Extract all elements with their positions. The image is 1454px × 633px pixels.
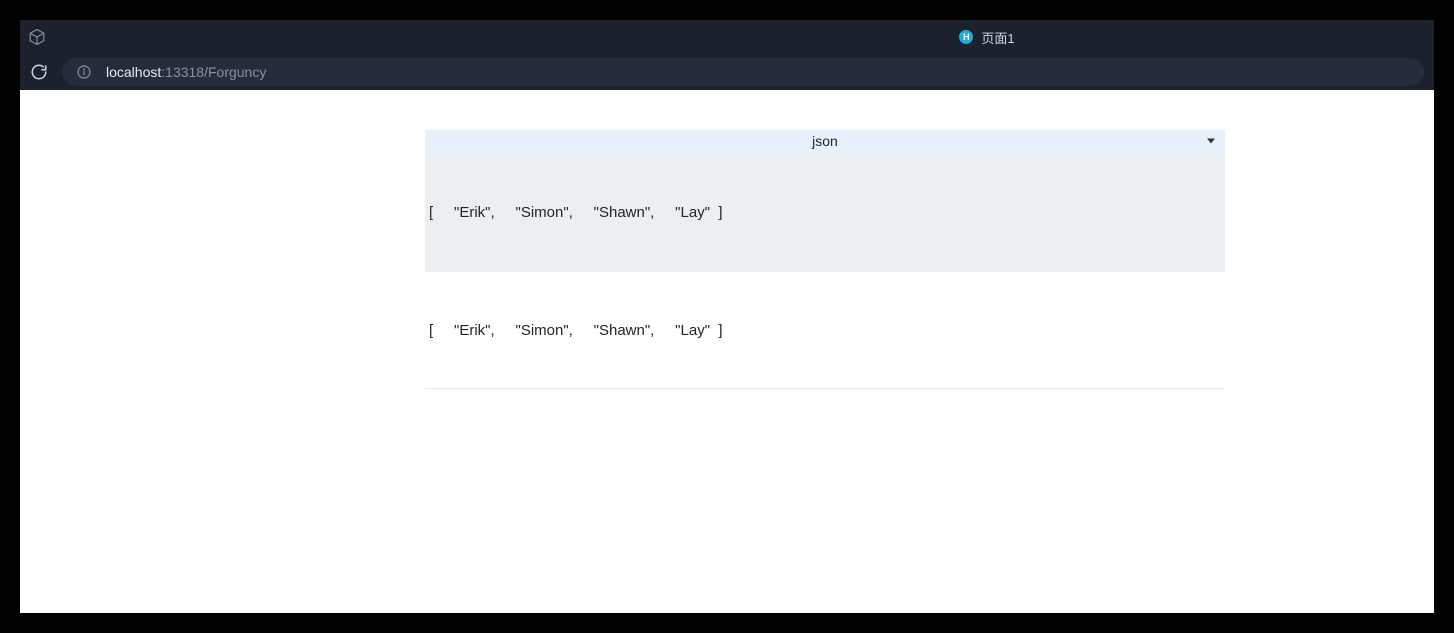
browser-tab[interactable]: H 页面1 <box>959 28 1014 47</box>
browser-tab-bar: H 页面1 <box>20 20 1434 54</box>
browser-nav-bar: localhost:13318/Forguncy <box>20 54 1434 90</box>
reload-icon[interactable] <box>30 63 48 81</box>
json-header-label: json <box>812 133 838 149</box>
plain-text-row: [ "Erik", "Simon", "Shawn", "Lay" ] <box>425 314 1225 346</box>
tab-favicon-icon: H <box>959 30 973 44</box>
plain-array-content: [ "Erik", "Simon", "Shawn", "Lay" ] <box>429 322 723 339</box>
chevron-down-icon <box>1207 139 1215 144</box>
page-viewport: json [ "Erik", "Simon", "Shawn", "Lay" ]… <box>20 90 1434 613</box>
address-bar[interactable]: localhost:13318/Forguncy <box>62 58 1424 86</box>
json-display-box: [ "Erik", "Simon", "Shawn", "Lay" ] <box>425 152 1225 272</box>
info-icon <box>76 64 92 80</box>
tab-title: 页面1 <box>981 28 1014 47</box>
json-dropdown-header[interactable]: json <box>425 130 1225 152</box>
json-array-content: [ "Erik", "Simon", "Shawn", "Lay" ] <box>429 204 723 221</box>
app-cube-icon <box>28 28 46 46</box>
url-text: localhost:13318/Forguncy <box>106 64 266 80</box>
section-divider <box>425 388 1225 389</box>
